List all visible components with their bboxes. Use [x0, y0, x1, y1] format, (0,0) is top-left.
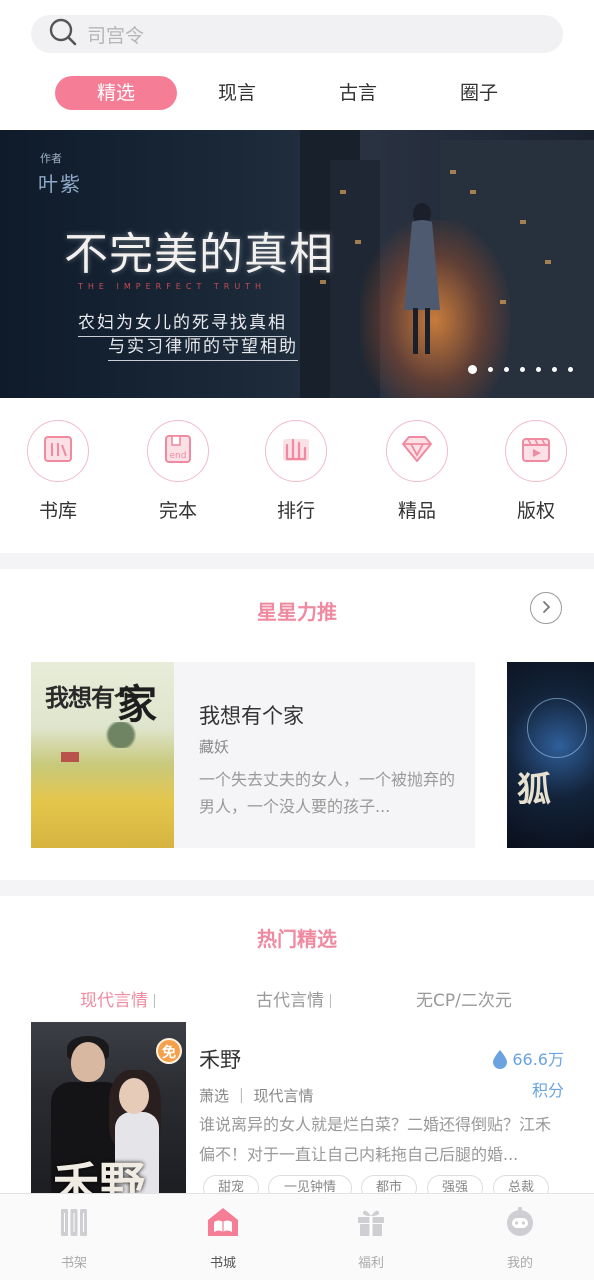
shortcut-ranking[interactable]: 排行 — [256, 420, 336, 523]
section-title-hot: 热门精选 — [257, 927, 337, 951]
carousel-dot[interactable] — [520, 366, 525, 372]
banner-subtitle: THE IMPERFECT TRUTH — [78, 282, 267, 291]
bookstore-icon — [205, 1208, 241, 1244]
nav-profile[interactable]: 我的 — [470, 1204, 570, 1271]
carousel-dot[interactable] — [552, 366, 557, 372]
book-cover: 我想有个 家 — [31, 662, 174, 848]
water-drop-icon — [492, 1049, 508, 1073]
finished-icon: end — [160, 431, 196, 471]
tab-circle[interactable]: 圈子 — [418, 76, 540, 110]
shortcut-label: 书库 — [38, 500, 77, 522]
hot-subtabs: 现代言情 古代言情 无CP/二次元 — [0, 986, 594, 1012]
tab-featured[interactable]: 精选 — [55, 76, 177, 110]
diamond-icon — [399, 431, 435, 471]
book-title[interactable]: 禾野 — [199, 1044, 241, 1074]
more-button[interactable] — [530, 592, 562, 624]
carousel-dot[interactable] — [468, 364, 477, 374]
nav-bookshelf[interactable]: 书架 — [24, 1204, 124, 1271]
nav-label: 福利 — [357, 1256, 384, 1271]
woman-silhouette-image — [404, 203, 440, 354]
score-unit: 积分 — [531, 1080, 564, 1100]
subtab-modern[interactable]: 现代言情 — [80, 986, 155, 1011]
section-divider — [0, 553, 594, 569]
featured-book-card[interactable]: 我想有个 家 我想有个家 藏妖 一个失去丈夫的女人，一个被抛弃的男人，一个没人要… — [31, 662, 475, 848]
promo-banner[interactable]: 作者 叶紫 不完美的真相 THE IMPERFECT TRUTH 农妇为女儿的死… — [0, 130, 594, 398]
cover-title: 狐 — [517, 770, 551, 810]
book-description: 一个失去丈夫的女人，一个被抛弃的男人，一个没人要的孩子... — [199, 770, 456, 816]
score-value: 66.6万 — [512, 1050, 564, 1069]
svg-text:end: end — [170, 451, 187, 461]
shortcut-label: 完本 — [158, 500, 197, 522]
shortcut-library[interactable]: 书库 — [18, 420, 98, 523]
search-icon — [49, 18, 77, 50]
subtab-no-cp[interactable]: 无CP/二次元 — [416, 986, 512, 1011]
carousel-indicator[interactable] — [468, 364, 584, 374]
chevron-right-icon — [539, 599, 553, 618]
carousel-dot[interactable] — [536, 366, 541, 372]
ranking-icon — [278, 431, 314, 471]
gift-icon — [353, 1210, 389, 1244]
search-input[interactable]: 司宫令 — [87, 21, 144, 48]
profile-icon — [502, 1207, 538, 1244]
bookstore-page: 司宫令 精选 现言 古言 圈子 作者 叶紫 不完美的真相 THE IMPERFE… — [0, 0, 594, 1280]
shortcut-premium[interactable]: 精品 — [377, 420, 457, 523]
bottom-nav: 书架 书城 福利 我的 — [0, 1193, 594, 1280]
carousel-dot[interactable] — [488, 366, 493, 372]
copyright-icon — [518, 431, 554, 471]
banner-tagline-2: 与实习律师的守望相助 — [108, 332, 298, 361]
free-badge: 免 — [156, 1038, 182, 1064]
cover-title: 禾野 — [53, 1157, 145, 1197]
tab-modern-romance[interactable]: 现言 — [176, 76, 298, 110]
cover-title-large: 家 — [117, 681, 157, 728]
section-divider — [0, 880, 594, 896]
nav-bookstore[interactable]: 书城 — [173, 1204, 273, 1271]
book-meta: 萧选 ｜ 现代言情 — [199, 1087, 314, 1105]
book-score: 66.6万 积分 — [484, 1046, 564, 1101]
shortcut-finished[interactable]: end 完本 — [138, 420, 218, 523]
nav-welfare[interactable]: 福利 — [321, 1204, 421, 1271]
section-title-recommend: 星星力推 — [257, 600, 337, 624]
search-bar[interactable]: 司宫令 — [31, 15, 563, 53]
banner-author-tag: 作者 — [40, 152, 62, 165]
book-description: 谁说离异的女人就是烂白菜？二婚还得倒贴？江禾偏不！对于一直让自己内耗拖自己后腿的… — [199, 1115, 552, 1164]
shortcut-label: 排行 — [276, 500, 315, 522]
shortcut-label: 版权 — [516, 500, 555, 522]
bookshelf-icon — [56, 1209, 92, 1244]
tab-ancient-romance[interactable]: 古言 — [297, 76, 419, 110]
nav-label: 书架 — [60, 1256, 87, 1271]
shortcut-label: 精品 — [397, 500, 436, 522]
shortcut-copyright[interactable]: 版权 — [496, 420, 576, 523]
carousel-dot[interactable] — [568, 366, 573, 372]
nav-label: 书城 — [209, 1256, 236, 1271]
category-tabs: 精选 现言 古言 圈子 — [55, 76, 535, 110]
library-icon — [40, 431, 76, 471]
book-author: 藏妖 — [199, 738, 230, 756]
book-title: 我想有个家 — [199, 704, 304, 728]
banner-author: 叶紫 — [38, 172, 82, 196]
subtab-ancient[interactable]: 古代言情 — [256, 986, 331, 1011]
carousel-dot[interactable] — [504, 366, 509, 372]
nav-label: 我的 — [506, 1256, 533, 1271]
category-shortcuts: 书库 end 完本 排行 精品 版权 — [0, 420, 594, 530]
next-book-card[interactable]: 狐 — [507, 662, 594, 848]
banner-title: 不完美的真相 — [64, 229, 334, 280]
